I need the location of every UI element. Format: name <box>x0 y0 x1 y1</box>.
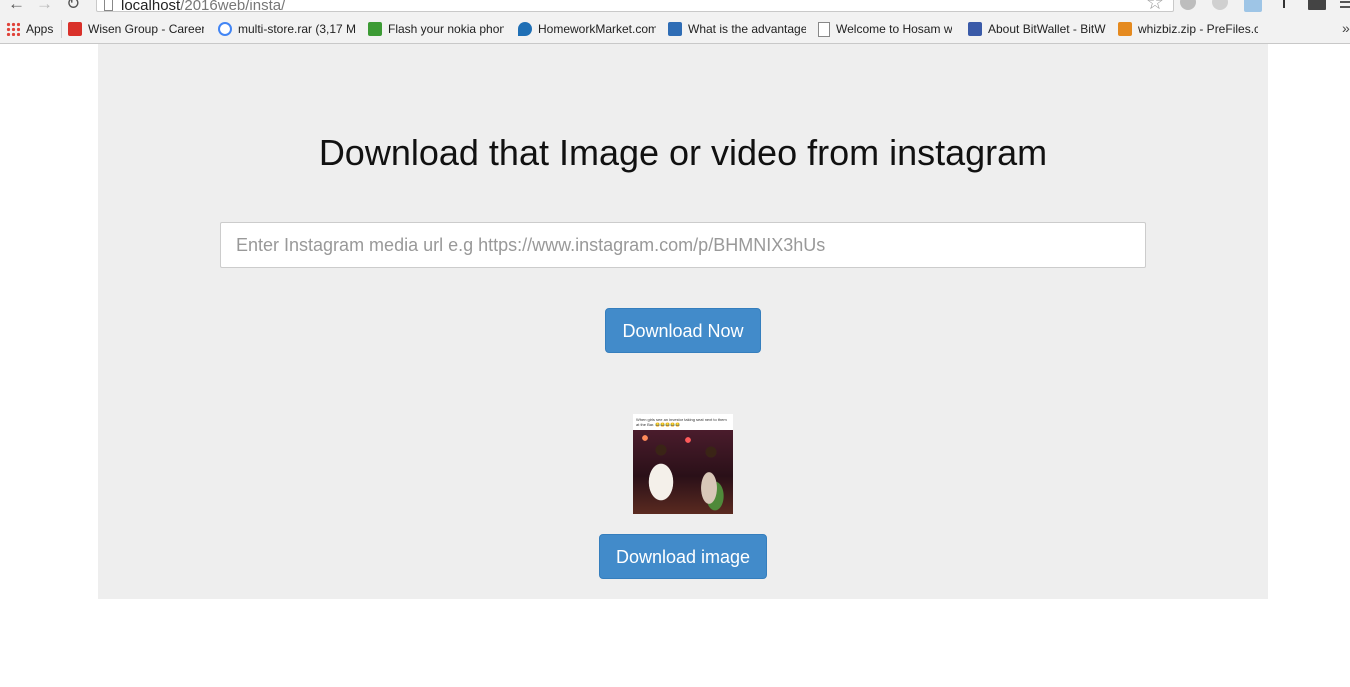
download-arrow-icon <box>368 22 382 36</box>
bookmark-homeworkmarket[interactable]: HomeworkMarket.com <box>518 21 656 37</box>
bookmarks-bar: Apps Wisen Group - Career multi-store.ra… <box>0 14 1350 44</box>
thumbnail-photo <box>633 430 733 514</box>
extension-film-icon[interactable] <box>1308 0 1326 10</box>
prefiles-icon <box>1118 22 1132 36</box>
page-icon <box>104 0 113 11</box>
bookmark-separator <box>61 20 62 38</box>
extension-image-icon[interactable] <box>1244 0 1262 12</box>
download-image-button[interactable]: Download image <box>599 534 767 579</box>
bookmark-label: Flash your nokia phon <box>388 22 504 36</box>
download-now-button[interactable]: Download Now <box>605 308 761 353</box>
address-url[interactable]: localhost/2016web/insta/ <box>121 0 285 14</box>
bookmark-whizbiz[interactable]: whizbiz.zip - PreFiles.c <box>1118 21 1258 37</box>
bookmark-multi-store[interactable]: multi-store.rar (3,17 M <box>218 21 356 37</box>
bookmark-label: About BitWallet - BitW <box>988 22 1106 36</box>
ask-logo-icon <box>668 22 682 36</box>
bookmark-bitwallet[interactable]: About BitWallet - BitW <box>968 21 1106 37</box>
page-icon <box>818 21 830 37</box>
bookmark-label: Welcome to Hosam w <box>836 22 953 36</box>
apps-grid-icon <box>6 22 20 36</box>
bookmark-label: whizbiz.zip - PreFiles.c <box>1138 22 1258 36</box>
bookmark-label: Wisen Group - Career <box>88 22 204 36</box>
bookmark-label: Apps <box>26 22 54 36</box>
bookmark-apps[interactable]: Apps <box>6 21 58 37</box>
reload-icon[interactable]: ↻ <box>66 0 80 14</box>
bookmark-flash-nokia[interactable]: Flash your nokia phon <box>368 21 504 37</box>
back-arrow-icon[interactable]: ← <box>8 0 25 14</box>
z-logo-icon <box>68 22 82 36</box>
bookmarks-overflow-icon[interactable]: » <box>1342 20 1350 36</box>
extension-mail-icon[interactable] <box>1212 0 1228 10</box>
extension-bar-icon[interactable] <box>1283 0 1285 8</box>
extension-cloud-icon[interactable] <box>1180 0 1196 10</box>
bookmark-wisen-group[interactable]: Wisen Group - Career <box>68 21 204 37</box>
page-title: Download that Image or video from instag… <box>318 132 1048 173</box>
content-panel: Download that Image or video from instag… <box>98 44 1268 599</box>
bookmark-label: HomeworkMarket.com <box>538 22 656 36</box>
media-thumbnail: When girls see an investor taking seat n… <box>633 414 733 514</box>
address-bar[interactable]: localhost/2016web/insta/ <box>96 0 1174 14</box>
drop-icon <box>518 22 532 36</box>
browser-toolbar: ← → ↻ localhost/2016web/insta/ ☆ <box>0 0 1350 14</box>
bookmark-star-icon[interactable]: ☆ <box>1146 0 1164 14</box>
instagram-url-input[interactable] <box>220 222 1146 268</box>
google-icon <box>218 22 232 36</box>
bookmark-welcome-hosam[interactable]: Welcome to Hosam w <box>818 21 956 37</box>
url-host: localhost <box>121 0 181 14</box>
bitwallet-icon <box>968 22 982 36</box>
bookmark-label: What is the advantage <box>688 22 806 36</box>
chrome-menu-icon[interactable] <box>1340 0 1350 8</box>
bookmark-what-is-advantage[interactable]: What is the advantage <box>668 21 806 37</box>
thumbnail-caption: When girls see an investor taking seat n… <box>636 417 727 427</box>
forward-arrow-icon[interactable]: → <box>36 0 53 14</box>
bookmark-label: multi-store.rar (3,17 M <box>238 22 356 36</box>
url-path: /2016web/insta/ <box>180 0 286 14</box>
